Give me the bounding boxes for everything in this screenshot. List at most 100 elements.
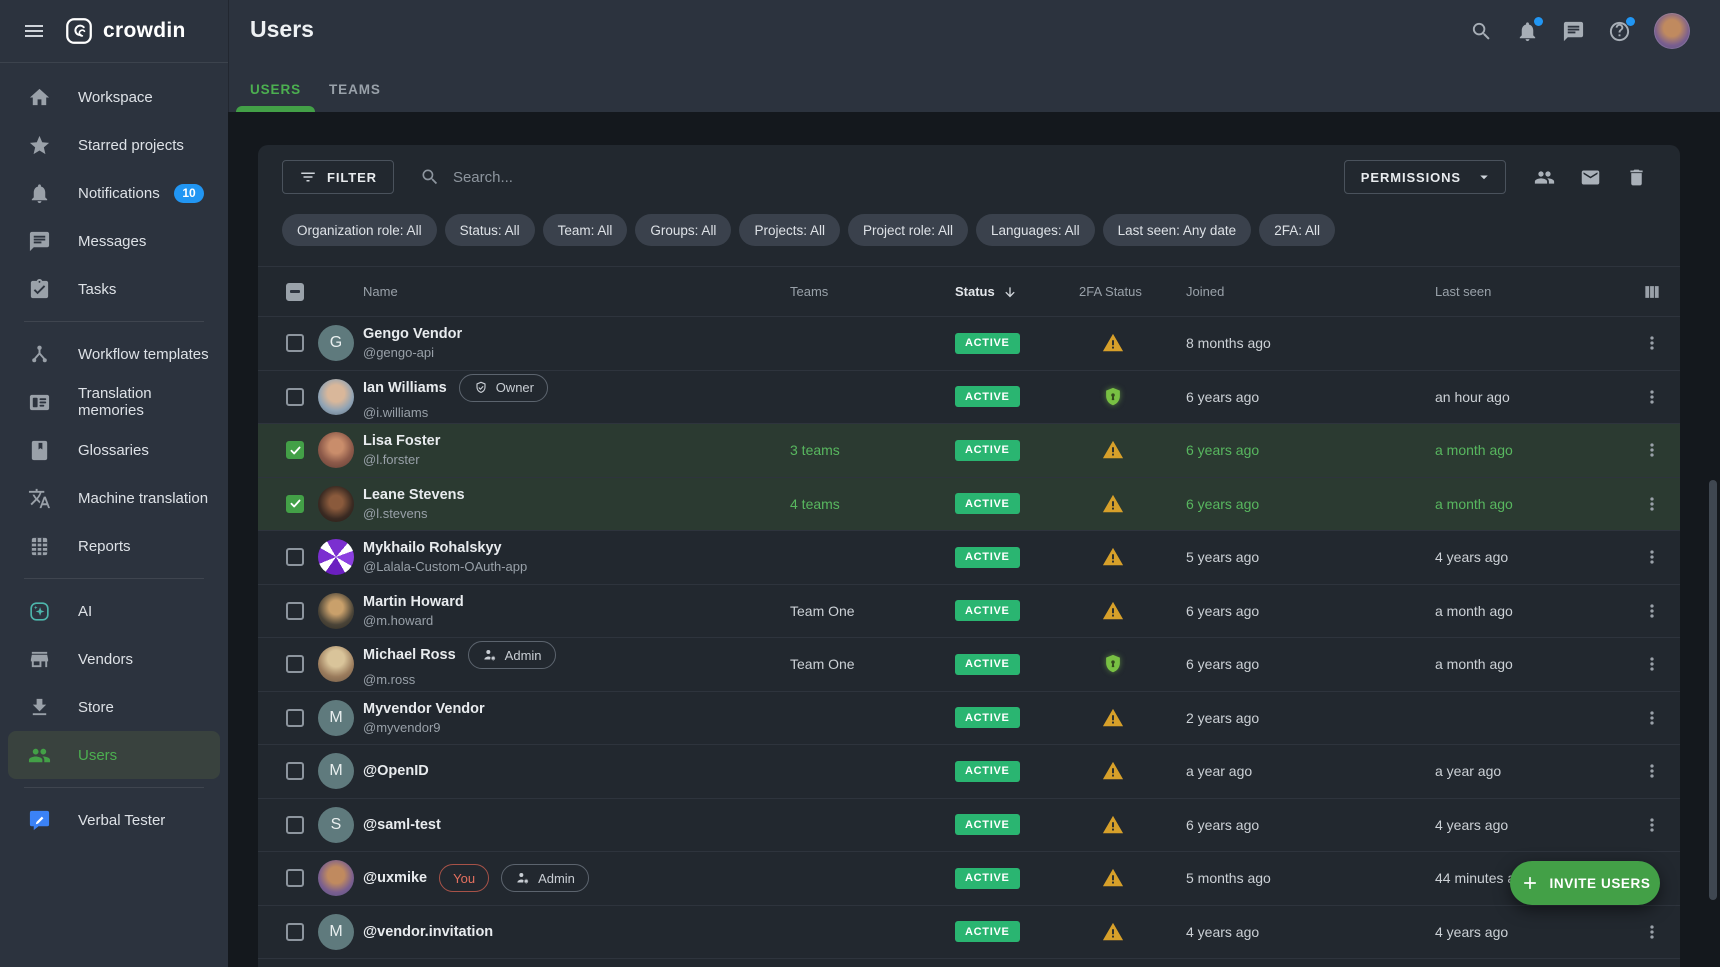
row-checkbox[interactable] (286, 923, 304, 941)
filter-button[interactable]: FILTER (282, 160, 394, 194)
filter-chip-last-seen[interactable]: Last seen: Any date (1103, 214, 1252, 246)
avatar-cell (318, 646, 358, 682)
filter-chip-languages[interactable]: Languages: All (976, 214, 1095, 246)
user-avatar[interactable] (1654, 13, 1690, 49)
sidebar-item-reports[interactable]: Reports (8, 522, 220, 570)
person-gear-icon (515, 870, 531, 886)
search-icon[interactable] (1470, 20, 1493, 43)
row-menu-button[interactable] (1642, 922, 1662, 942)
row-checkbox[interactable] (286, 816, 304, 834)
row-menu-button[interactable] (1642, 387, 1662, 407)
user-name[interactable]: @uxmike (363, 870, 427, 886)
menu-hamburger-icon[interactable] (22, 19, 46, 43)
user-name[interactable]: Myvendor Vendor (363, 701, 485, 717)
row-checkbox[interactable] (286, 762, 304, 780)
crowdin-logo-icon[interactable] (64, 16, 94, 46)
vertical-scrollbar[interactable] (1709, 480, 1717, 900)
row-menu-button[interactable] (1642, 761, 1662, 781)
filter-chip-project-role[interactable]: Project role: All (848, 214, 968, 246)
row-menu-button[interactable] (1642, 708, 1662, 728)
user-name[interactable]: @saml-test (363, 817, 441, 833)
row-menu-button[interactable] (1642, 333, 1662, 353)
row-menu-button[interactable] (1642, 547, 1662, 567)
user-name[interactable]: Martin Howard (363, 594, 464, 610)
column-header-last-seen[interactable]: Last seen (1409, 284, 1639, 299)
columns-settings-icon[interactable] (1642, 282, 1662, 302)
row-checkbox[interactable] (286, 388, 304, 406)
warning-2fa-icon (1102, 814, 1124, 836)
sidebar-item-users[interactable]: Users (8, 731, 220, 779)
tab-users[interactable]: USERS (236, 66, 315, 112)
user-name[interactable]: @OpenID (363, 763, 429, 779)
row-checkbox[interactable] (286, 602, 304, 620)
sidebar-item-vendors[interactable]: Vendors (8, 635, 220, 683)
filter-chip-projects[interactable]: Projects: All (739, 214, 840, 246)
help-icon[interactable] (1608, 20, 1631, 43)
status-cell: ACTIVE (947, 654, 1067, 675)
sidebar-item-notifications[interactable]: Notifications10 (8, 169, 220, 217)
filter-chip-organization-role[interactable]: Organization role: All (282, 214, 437, 246)
row-menu-button[interactable] (1642, 815, 1662, 835)
filter-chip-status[interactable]: Status: All (445, 214, 535, 246)
sidebar-item-glossaries[interactable]: Glossaries (8, 426, 220, 474)
send-message-button[interactable] (1570, 160, 1610, 194)
sidebar-item-workspace[interactable]: Workspace (8, 73, 220, 121)
invite-users-button[interactable]: INVITE USERS (1510, 861, 1660, 905)
sidebar-item-messages[interactable]: Messages (8, 217, 220, 265)
user-name[interactable]: Michael Ross (363, 647, 456, 663)
row-menu-button[interactable] (1642, 494, 1662, 514)
column-header-2fa[interactable]: 2FA Status (1067, 284, 1159, 299)
row-menu-button[interactable] (1642, 440, 1662, 460)
header-divider (228, 0, 229, 112)
row-checkbox[interactable] (286, 869, 304, 887)
teams-cell[interactable]: 3 teams (782, 442, 947, 458)
name-cell: Myvendor Vendor@myvendor9 (358, 701, 782, 735)
row-checkbox[interactable] (286, 334, 304, 352)
row-menu-button[interactable] (1642, 654, 1662, 674)
filter-chip-2fa[interactable]: 2FA: All (1259, 214, 1335, 246)
user-name[interactable]: Gengo Vendor (363, 326, 462, 342)
teams-cell[interactable]: Team One (782, 656, 947, 672)
sidebar-item-ai[interactable]: AI (8, 587, 220, 635)
row-menu-button[interactable] (1642, 601, 1662, 621)
sidebar-item-verbal-tester[interactable]: Verbal Tester (8, 796, 220, 844)
filter-chip-groups[interactable]: Groups: All (635, 214, 731, 246)
sidebar-item-tasks[interactable]: Tasks (8, 265, 220, 313)
main-content: FILTER PERMISSIONS Organization role: Al… (228, 112, 1720, 967)
sidebar-item-workflow-templates[interactable]: Workflow templates (8, 330, 220, 378)
user-name[interactable]: Ian Williams (363, 380, 447, 396)
row-checkbox[interactable] (286, 655, 304, 673)
row-checkbox[interactable] (286, 495, 304, 513)
teams-cell[interactable]: 4 teams (782, 496, 947, 512)
sidebar-item-store[interactable]: Store (8, 683, 220, 731)
add-to-group-button[interactable] (1524, 160, 1564, 194)
row-checkbox[interactable] (286, 709, 304, 727)
permissions-dropdown[interactable]: PERMISSIONS (1344, 160, 1506, 194)
tab-teams[interactable]: TEAMS (315, 66, 395, 112)
delete-users-button[interactable] (1616, 160, 1656, 194)
sort-descending-icon[interactable] (1002, 284, 1018, 300)
column-header-name[interactable]: Name (358, 284, 782, 299)
row-checkbox[interactable] (286, 441, 304, 459)
search-input[interactable] (451, 168, 875, 187)
user-name[interactable]: Mykhailo Rohalskyy (363, 540, 502, 556)
column-header-joined[interactable]: Joined (1159, 284, 1409, 299)
filter-chip-team[interactable]: Team: All (543, 214, 628, 246)
name-line: Lisa Foster (363, 433, 782, 449)
name-line: Mykhailo Rohalskyy (363, 540, 782, 556)
user-name[interactable]: Leane Stevens (363, 487, 465, 503)
table-row: Leane Stevens@l.stevens4 teamsACTIVE6 ye… (258, 478, 1680, 532)
crowdin-logo-text[interactable]: crowdin (103, 19, 186, 43)
user-name[interactable]: @vendor.invitation (363, 924, 493, 940)
bell-icon[interactable] (1516, 20, 1539, 43)
sidebar-item-machine-translation[interactable]: Machine translation (8, 474, 220, 522)
column-header-teams[interactable]: Teams (782, 284, 947, 299)
user-name[interactable]: Lisa Foster (363, 433, 440, 449)
row-checkbox[interactable] (286, 548, 304, 566)
column-header-status[interactable]: Status (947, 284, 1067, 300)
sidebar-item-starred-projects[interactable]: Starred projects (8, 121, 220, 169)
chat-icon[interactable] (1562, 20, 1585, 43)
teams-cell[interactable]: Team One (782, 603, 947, 619)
sidebar-item-translation-memories[interactable]: Translation memories (8, 378, 220, 426)
select-all-checkbox[interactable] (286, 283, 304, 301)
